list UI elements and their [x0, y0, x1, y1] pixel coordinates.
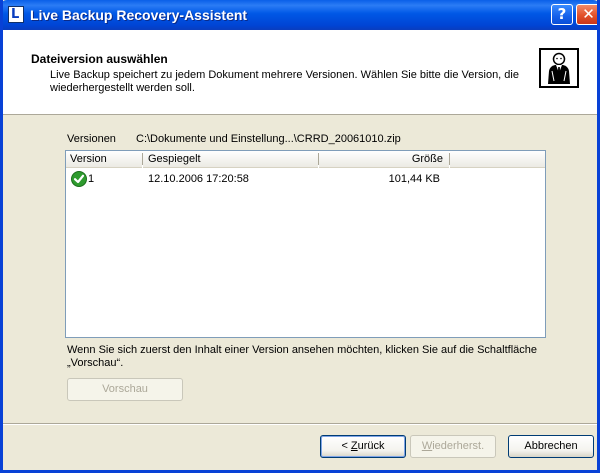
cancel-button[interactable]: Abbrechen	[508, 435, 594, 458]
column-header-mirrored[interactable]: Gespiegelt	[143, 151, 318, 168]
wizard-window: L Live Backup Recovery-Assistent ? ✕ Dat…	[0, 0, 600, 473]
restore-label: iederherst.	[432, 440, 485, 452]
wizard-person-icon	[539, 48, 579, 88]
restore-accelerator: W	[421, 440, 433, 452]
page-title: Dateiversion auswählen	[31, 52, 168, 66]
versions-label: Versionen	[67, 133, 116, 145]
page-description: Live Backup speichert zu jedem Dokument …	[50, 69, 519, 94]
cell-mirrored: 12.10.2006 17:20:58	[148, 173, 249, 185]
column-header-version[interactable]: Version	[66, 151, 142, 168]
title-bar[interactable]: L Live Backup Recovery-Assistent ? ✕	[3, 0, 597, 30]
wizard-header: Dateiversion auswählen Live Backup speic…	[3, 30, 597, 115]
preview-hint: Wenn Sie sich zuerst den Inhalt einer Ve…	[67, 344, 538, 369]
app-icon[interactable]: L	[8, 6, 24, 23]
back-button[interactable]: < Zurück	[320, 435, 406, 458]
column-header-size[interactable]: Größe	[319, 151, 449, 168]
versions-list[interactable]: Version Gespiegelt Größe 1 12.10.2006 17…	[65, 150, 546, 338]
preview-button[interactable]: Vorschau	[67, 378, 183, 401]
footer-divider	[3, 423, 597, 425]
restore-button[interactable]: Wiederherst.	[410, 435, 496, 458]
column-label-mirrored: Gespiegelt	[148, 153, 201, 165]
column-label-version: Version	[70, 153, 107, 165]
table-row[interactable]: 1 12.10.2006 17:20:58 101,44 KB	[66, 171, 545, 187]
column-label-size: Größe	[411, 153, 443, 165]
cell-version: 1	[88, 173, 95, 185]
window-title: Live Backup Recovery-Assistent	[30, 7, 248, 23]
help-button[interactable]: ?	[551, 4, 573, 25]
back-label-prefix: <	[341, 440, 351, 452]
help-icon: ?	[557, 5, 567, 23]
check-icon	[71, 171, 87, 187]
app-icon-glyph: L	[11, 7, 20, 22]
back-accelerator: Z	[350, 440, 358, 452]
backup-file-path: C:\Dokumente und Einstellung...\CRRD_200…	[136, 133, 401, 145]
close-icon: ✕	[582, 5, 595, 23]
column-header-filler	[450, 151, 545, 168]
back-label: urück	[357, 440, 385, 452]
close-button[interactable]: ✕	[576, 4, 597, 25]
cell-size: 101,44 KB	[388, 173, 440, 185]
